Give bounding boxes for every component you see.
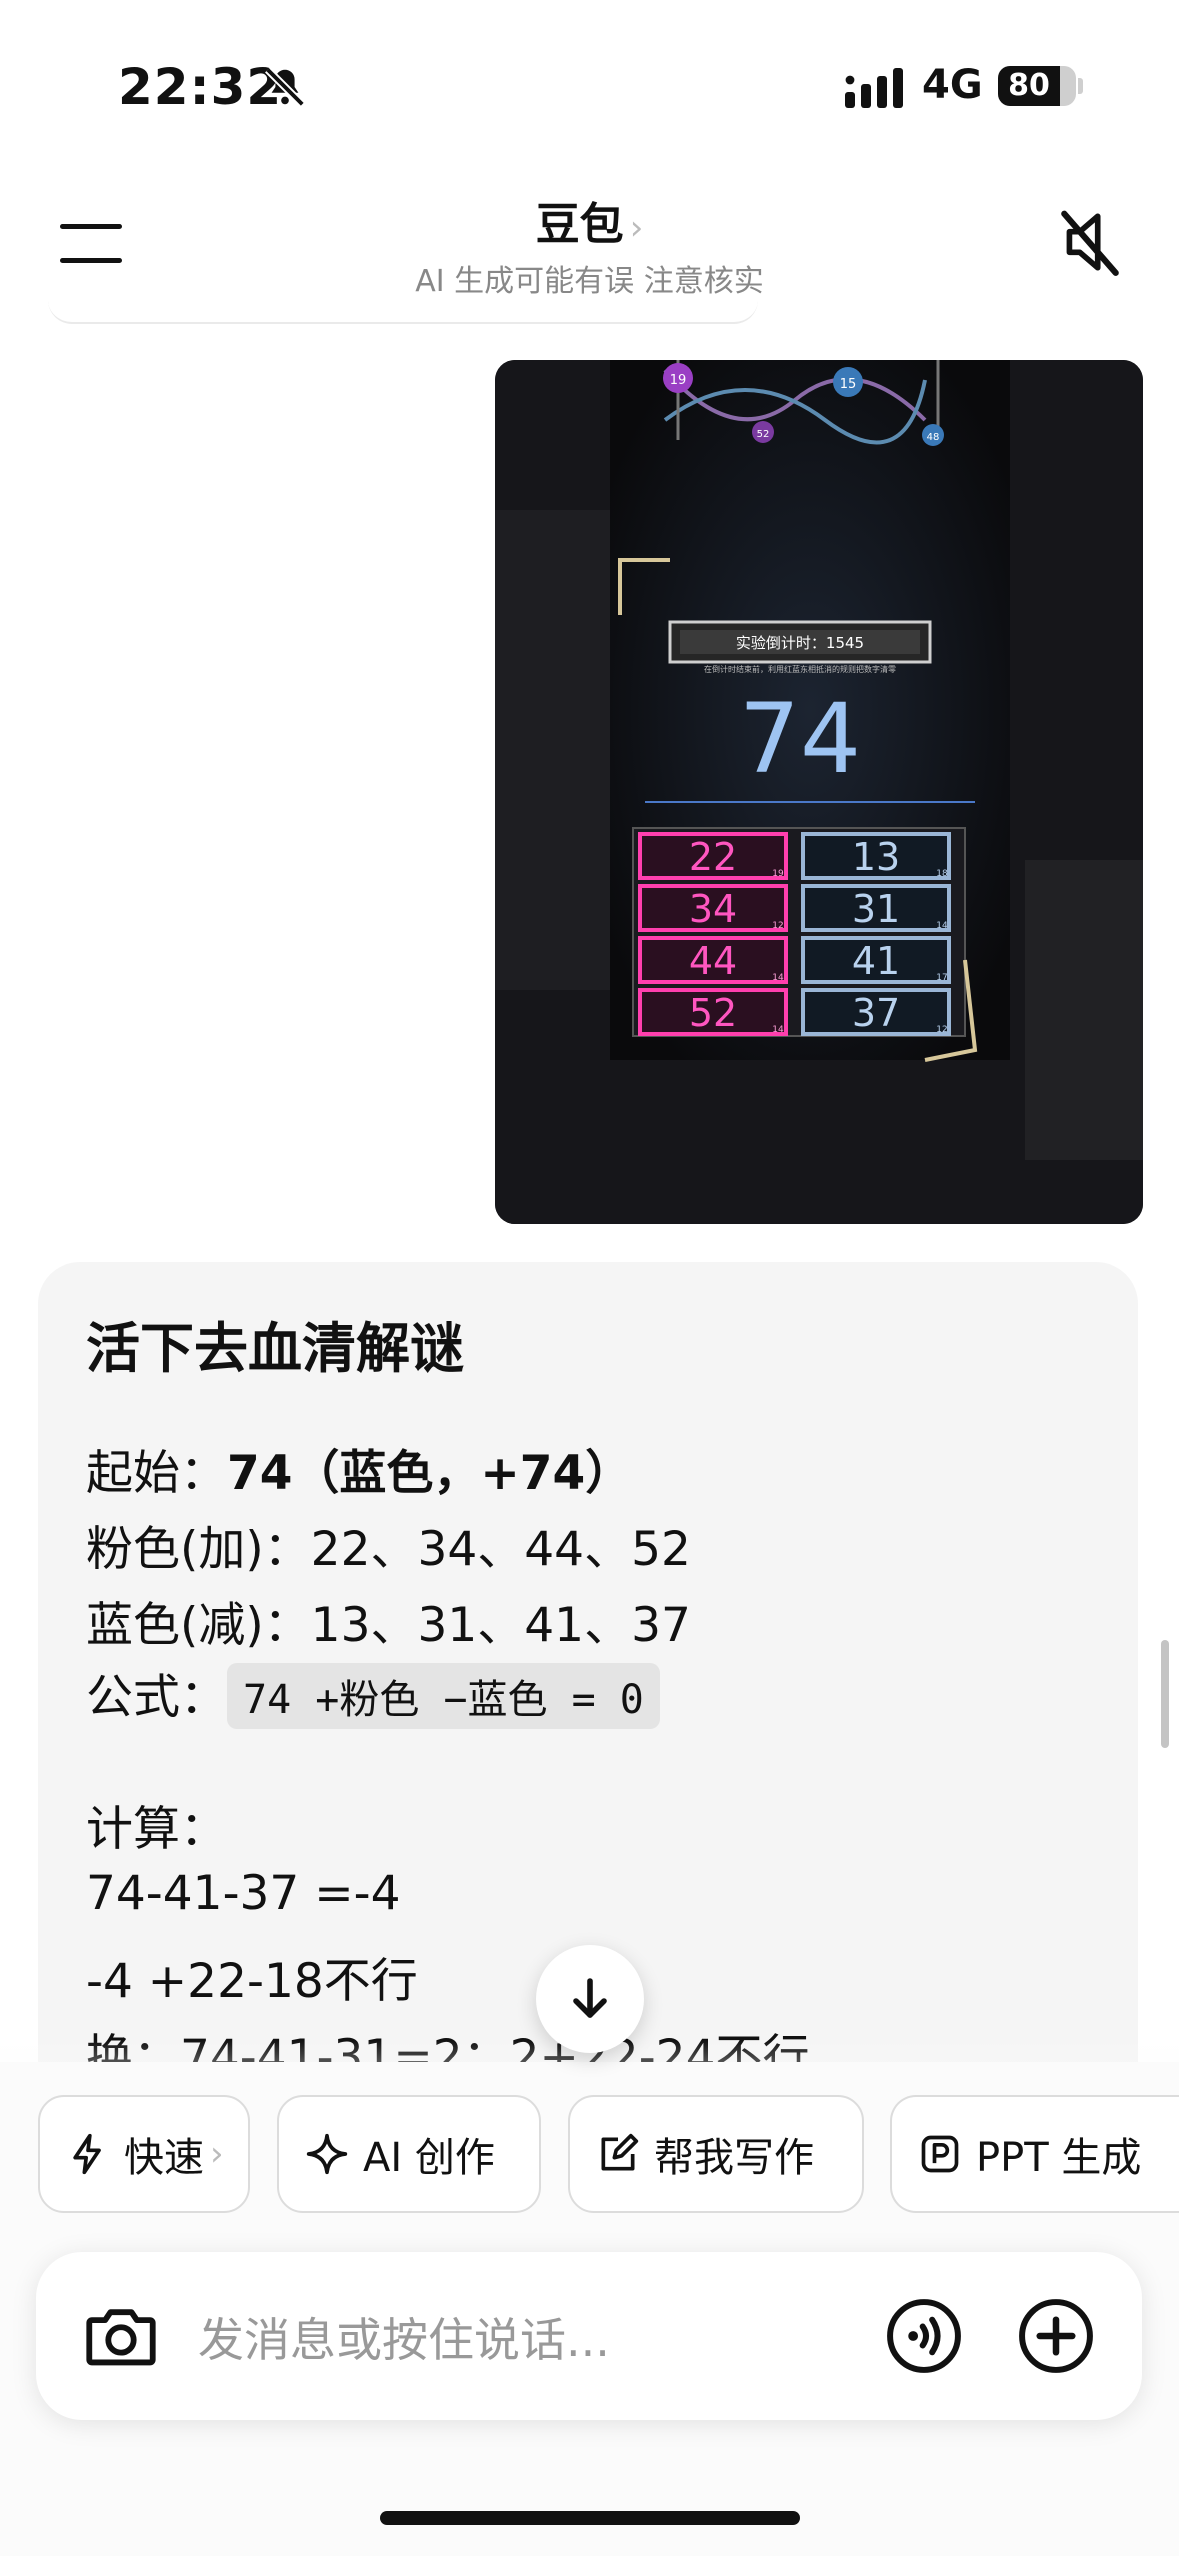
pink-line: 粉色(加)：22、34、44、52 [86, 1522, 691, 1577]
formula-code: 74 +粉色 −蓝色 = 0 [227, 1663, 660, 1729]
ai-disclaimer: AI 生成可能有误 注意核实 [415, 264, 764, 299]
calc-step-1: 74-41-37 =-4 [86, 1866, 401, 1921]
pink-small: 14 [772, 1025, 784, 1035]
network-type: 4G [922, 62, 983, 108]
chevron-right-icon: › [210, 2134, 224, 2174]
status-bar: 22:32 4G 80 [0, 0, 1179, 170]
blue-small: 14 [936, 921, 948, 931]
status-time: 22:32 [118, 58, 283, 116]
battery-tip [1078, 78, 1083, 94]
game-screen-photo: 19 15 52 48 实验倒计时：1545 在倒计时结束前，利用红蓝东相抵消的… [495, 360, 1143, 1224]
user-photo-message[interactable]: 19 15 52 48 实验倒计时：1545 在倒计时结束前，利用红蓝东相抵消的… [495, 360, 1143, 1224]
chip-help-write[interactable]: 帮我写作 [568, 2095, 864, 2213]
ppt-icon [921, 2135, 959, 2173]
answer-title: 活下去血清解谜 [86, 1317, 464, 1380]
node-label: 52 [757, 429, 770, 440]
start-line: 起始：74（蓝色，+74） [86, 1434, 632, 1503]
blue-number: 37 [852, 991, 900, 1035]
home-indicator[interactable] [380, 2511, 800, 2525]
chat-title[interactable]: 豆包 › [0, 188, 1179, 252]
camera-icon[interactable] [84, 2300, 158, 2372]
node-label: 15 [840, 377, 857, 392]
formula-line: 公式： 74 +粉色 −蓝色 = 0 [86, 1658, 660, 1729]
chip-label: 帮我写作 [654, 2135, 814, 2181]
start-value: 74（蓝色，+74） [227, 1446, 633, 1501]
cellular-signal-icon [845, 68, 903, 108]
countdown-text: 实验倒计时：1545 [736, 634, 864, 652]
chip-label: 快速 [124, 2135, 204, 2181]
arrow-down-icon [573, 1978, 607, 2018]
formula-label: 公式： [86, 1670, 227, 1725]
battery-percent: 80 [1008, 68, 1050, 103]
pink-number: 52 [689, 991, 737, 1035]
sparkle-icon [306, 2133, 348, 2175]
bell-off-icon [265, 67, 305, 107]
pink-number: 34 [689, 887, 737, 931]
battery-indicator: 80 [998, 66, 1076, 106]
plus-icon[interactable] [1018, 2298, 1094, 2374]
chevron-right-icon: › [629, 208, 644, 248]
speaker-mute-icon[interactable] [1058, 206, 1122, 278]
scrollbar[interactable] [1161, 1640, 1169, 1748]
blue-small: 18 [936, 869, 948, 879]
pink-small: 14 [772, 973, 784, 983]
chip-fast-mode[interactable]: 快速 › [38, 2095, 250, 2213]
chip-ai-create[interactable]: AI 创作 [277, 2095, 541, 2213]
message-input[interactable]: 发消息或按住说话... [198, 2304, 610, 2370]
blue-number: 13 [852, 835, 900, 879]
lightning-icon [73, 2133, 101, 2175]
message-input-bar: 发消息或按住说话... [36, 2252, 1142, 2420]
chip-ppt-generate[interactable]: PPT 生成 [890, 2095, 1179, 2213]
node-label: 48 [927, 432, 940, 443]
target-number: 74 [739, 683, 861, 795]
pink-number: 44 [689, 939, 737, 983]
pink-small: 12 [772, 921, 783, 931]
chip-label: AI 创作 [363, 2135, 495, 2181]
blue-line: 蓝色(减)：13、31、41、37 [86, 1598, 691, 1653]
voice-call-icon[interactable] [886, 2298, 962, 2374]
hint-text: 在倒计时结束前，利用红蓝东相抵消的规则把数字清零 [704, 664, 896, 674]
previous-message-edge [48, 300, 758, 324]
node-label: 19 [670, 373, 687, 388]
bot-name: 豆包 [535, 199, 624, 250]
chat-header: 豆包 › AI 生成可能有误 注意核实 [0, 170, 1179, 320]
pink-small: 19 [772, 869, 784, 879]
chip-label: PPT 生成 [976, 2135, 1142, 2181]
start-label: 起始： [86, 1446, 227, 1501]
scroll-to-bottom-button[interactable] [536, 1945, 644, 2053]
blue-small: 17 [936, 973, 947, 983]
blue-number: 31 [852, 887, 900, 931]
edit-icon [601, 2133, 639, 2171]
calc-step-2: -4 +22-18不行 [86, 1954, 418, 2009]
blue-number: 41 [852, 939, 900, 983]
calc-label: 计算： [86, 1802, 227, 1857]
pink-number: 22 [689, 835, 737, 879]
blue-small: 12 [936, 1025, 947, 1035]
